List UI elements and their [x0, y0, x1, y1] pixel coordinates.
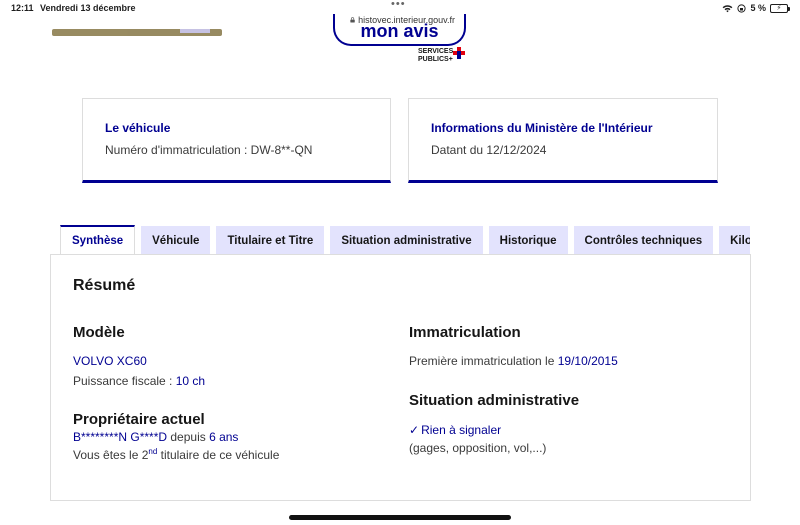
fiscal-power-value: 10 ch — [175, 374, 206, 388]
status-indicators: 5 % ⚡ — [722, 3, 790, 13]
admin-heading: Situation administrative — [409, 392, 580, 409]
home-indicator[interactable] — [289, 515, 511, 520]
tab-synthese[interactable]: Synthèse — [60, 225, 136, 255]
synthese-panel: Résumé Modèle VOLVO XC60 Puissance fisca… — [50, 254, 751, 501]
battery-percentage: 5 % — [750, 3, 766, 13]
first-registration-date: 19/10/2015 — [557, 354, 618, 368]
owner-name: B********N G****D — [73, 430, 168, 444]
orientation-lock-icon — [737, 3, 747, 13]
registration-number: Numéro d'immatriculation : DW-8**-QN — [105, 143, 313, 157]
tab-vehicule[interactable]: Véhicule — [141, 226, 211, 255]
model-name: VOLVO XC60 — [73, 354, 147, 368]
ministry-card: Informations du Ministère de l'Intérieur… — [408, 98, 718, 183]
wifi-icon — [723, 4, 733, 12]
owner-line: B********N G****D depuis 6 ans — [73, 430, 239, 444]
owner-duration: 6 ans — [209, 430, 239, 444]
tab-controles-techniques[interactable]: Contrôles techniques — [573, 226, 714, 255]
services-publics-cross-icon — [453, 47, 465, 59]
checkmark-icon: ✓ — [409, 423, 420, 437]
tab-bar: Synthèse Véhicule Titulaire et Titre Sit… — [60, 225, 750, 255]
vehicle-card: Le véhicule Numéro d'immatriculation : D… — [82, 98, 391, 183]
tab-titulaire-titre[interactable]: Titulaire et Titre — [216, 226, 325, 255]
tab-situation-administrative[interactable]: Situation administrative — [330, 226, 483, 255]
multitask-dots-icon[interactable]: ••• — [391, 0, 406, 10]
ministry-card-title: Informations du Ministère de l'Intérieur — [431, 121, 653, 135]
status-date: Vendredi 13 décembre — [40, 3, 136, 13]
tab-historique[interactable]: Historique — [488, 226, 568, 255]
model-heading: Modèle — [73, 324, 125, 341]
site-logo[interactable] — [52, 29, 222, 36]
vehicle-card-title: Le véhicule — [105, 121, 171, 135]
admin-detail: (gages, opposition, vol,...) — [409, 441, 547, 455]
status-time: 12:11 — [11, 3, 34, 13]
holder-rank: Vous êtes le 2nd titulaire de ce véhicul… — [73, 447, 280, 462]
tab-kilometrage[interactable]: Kilo — [719, 226, 750, 255]
data-date: Datant du 12/12/2024 — [431, 143, 547, 157]
admin-status: ✓ Rien à signaler — [409, 423, 502, 437]
fiscal-power: Puissance fiscale : 10 ch — [73, 374, 206, 388]
registration-heading: Immatriculation — [409, 324, 521, 341]
battery-charging-icon: ⚡ — [770, 3, 790, 13]
services-publics-logo: SERVICES PUBLICS+ — [418, 48, 454, 63]
feedback-button[interactable]: mon avis — [333, 14, 466, 46]
summary-heading: Résumé — [73, 277, 136, 294]
owner-heading: Propriétaire actuel — [73, 411, 205, 428]
first-registration: Première immatriculation le 19/10/2015 — [409, 354, 618, 368]
